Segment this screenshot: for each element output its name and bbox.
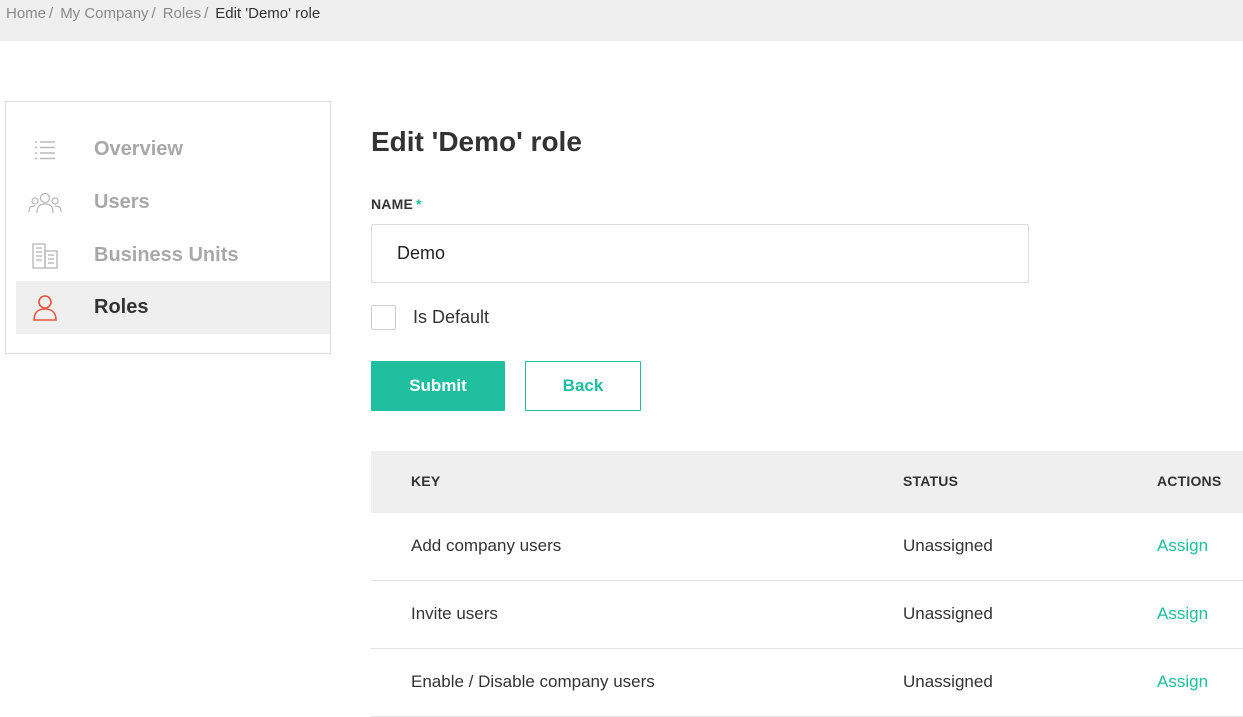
user-icon [16, 294, 94, 322]
role-name-input[interactable] [371, 224, 1029, 283]
row-status: Unassigned [903, 536, 993, 555]
row-status: Unassigned [903, 672, 993, 691]
table-header: KEY STATUS ACTIONS [371, 451, 1243, 513]
list-icon [16, 140, 94, 160]
building-icon [16, 242, 94, 270]
is-default-checkbox[interactable] [371, 305, 396, 330]
users-icon [16, 191, 94, 215]
sidebar-item-business-units[interactable]: Business Units [16, 229, 330, 282]
row-key: Enable / Disable company users [411, 672, 655, 691]
breadcrumb-current: Edit 'Demo' role [215, 5, 321, 22]
breadcrumb-separator: / [204, 5, 209, 22]
is-default-label[interactable]: Is Default [413, 307, 489, 328]
breadcrumb-my-company[interactable]: My Company [60, 5, 148, 22]
sidebar-item-label: Users [94, 191, 150, 213]
breadcrumb-home[interactable]: Home [6, 5, 46, 22]
sidebar-item-label: Business Units [94, 244, 239, 266]
name-field-label: NAME * [371, 196, 422, 212]
table-row: Add company users Unassigned Assign [371, 513, 1243, 581]
required-marker: * [416, 196, 422, 212]
breadcrumb-roles[interactable]: Roles [163, 5, 201, 22]
header-actions: ACTIONS [1157, 473, 1222, 489]
breadcrumb-separator: / [151, 5, 156, 22]
header-status: STATUS [903, 473, 959, 489]
sidebar-item-label: Overview [94, 138, 183, 160]
breadcrumb-separator: / [49, 5, 54, 22]
row-key: Add company users [411, 536, 562, 555]
sidebar-item-users[interactable]: Users [16, 176, 330, 229]
sidebar-item-roles[interactable]: Roles [16, 281, 330, 334]
table-row: Enable / Disable company users Unassigne… [371, 649, 1243, 717]
assign-link[interactable]: Assign [1157, 672, 1208, 692]
page-title: Edit 'Demo' role [371, 126, 582, 157]
permissions-table: KEY STATUS ACTIONS Add company users Una… [371, 451, 1243, 717]
row-key: Invite users [411, 604, 498, 623]
breadcrumb: Home / My Company / Roles / Edit 'Demo' role [0, 0, 1243, 41]
sidebar-item-label: Roles [94, 296, 149, 318]
sidebar-item-overview[interactable]: Overview [16, 123, 330, 176]
table-row: Invite users Unassigned Assign [371, 581, 1243, 649]
row-status: Unassigned [903, 604, 993, 623]
name-label-text: NAME [371, 196, 414, 212]
sidebar-nav: Overview Users Business Units Roles [5, 101, 331, 354]
assign-link[interactable]: Assign [1157, 536, 1208, 556]
header-key: KEY [411, 473, 441, 489]
assign-link[interactable]: Assign [1157, 604, 1208, 624]
back-button[interactable]: Back [525, 361, 641, 411]
submit-button[interactable]: Submit [371, 361, 505, 411]
